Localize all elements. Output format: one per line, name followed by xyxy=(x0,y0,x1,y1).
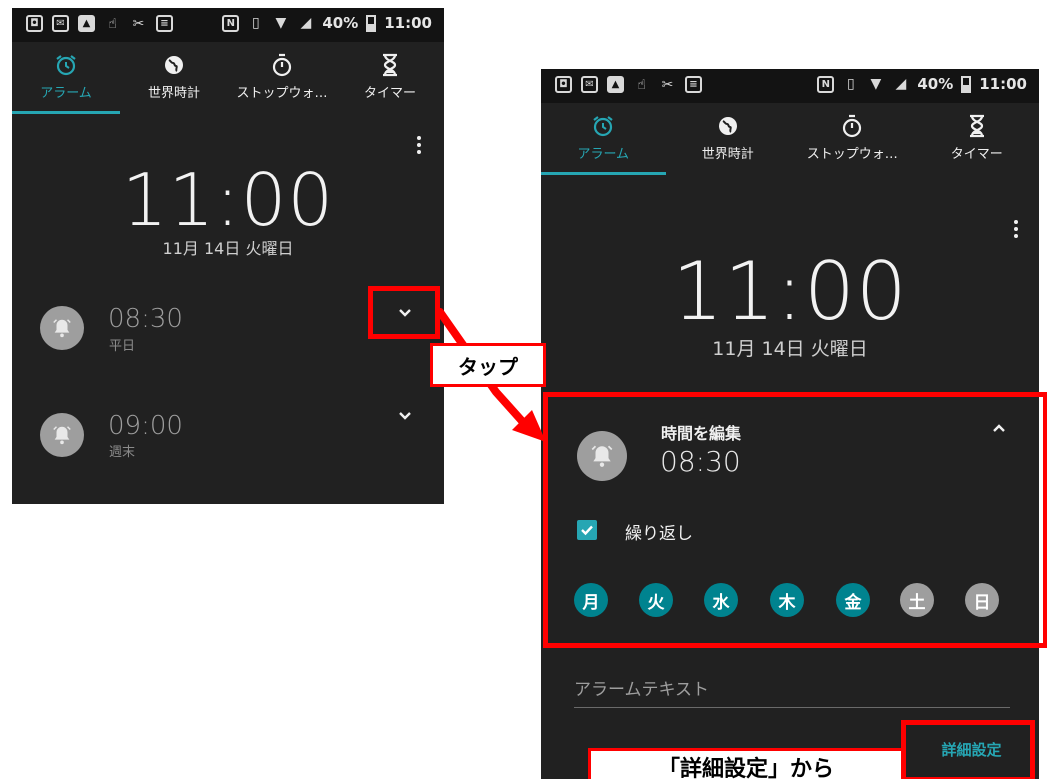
stopwatch-icon xyxy=(841,113,863,139)
day-toggle-sun[interactable]: 日 xyxy=(965,583,999,617)
tab-alarm[interactable]: アラーム xyxy=(12,42,120,114)
tab-label: 世界時計 xyxy=(147,86,200,101)
advanced-settings-button[interactable]: 詳細設定 xyxy=(909,724,1034,774)
alarm-text-underline xyxy=(574,707,1010,708)
alarm-label: 週末 xyxy=(109,445,136,460)
alarm-bell-icon[interactable] xyxy=(40,306,84,350)
current-time: 11:00 xyxy=(121,158,335,242)
nfc-icon: N xyxy=(817,75,835,93)
tab-timer[interactable]: タイマー xyxy=(336,42,444,114)
day-toggle-wed[interactable]: 水 xyxy=(704,583,738,617)
advanced-callout: 「詳細設定」から xyxy=(588,748,904,779)
alarm-clock-icon xyxy=(54,52,78,78)
alarm-text-field[interactable]: アラームテキスト xyxy=(574,675,709,700)
mail-icon: ✉ xyxy=(581,76,598,93)
hourglass-icon xyxy=(968,113,986,139)
globe-icon xyxy=(717,113,739,139)
wifi-icon: ▼ xyxy=(870,76,882,92)
tab-world-clock[interactable]: 世界時計 xyxy=(666,103,791,175)
tab-label: タイマー xyxy=(950,147,1003,162)
vibrate-icon: ▯ xyxy=(846,76,855,92)
chevron-up-icon[interactable] xyxy=(989,421,1009,435)
touch-icon: ☝ xyxy=(637,76,646,93)
tab-label: ストップウォ… xyxy=(236,86,328,101)
alarm-bell-icon[interactable] xyxy=(577,431,627,481)
overflow-menu-icon[interactable] xyxy=(416,136,422,154)
tab-bar: アラーム 世界時計 ストップウォ… タイマー xyxy=(541,103,1039,175)
chevron-down-icon[interactable] xyxy=(395,306,415,320)
day-toggle-tue[interactable]: 火 xyxy=(639,583,673,617)
day-toggle-thu[interactable]: 木 xyxy=(770,583,804,617)
mail-icon: ✉ xyxy=(52,15,69,32)
day-toggle-sat[interactable]: 土 xyxy=(900,583,934,617)
phone-screen-collapsed: ◘ ✉ ▲ ☝ ✂ ≡ N ▯ ▼ ◢ 40% 11:00 アラーム 世界時計 … xyxy=(12,8,444,504)
tab-label: アラーム xyxy=(40,86,92,101)
day-toggle-fri[interactable]: 金 xyxy=(836,583,870,617)
battery-icon xyxy=(366,14,377,32)
tab-label: アラーム xyxy=(577,147,630,162)
alarm-label: 平日 xyxy=(109,339,136,354)
globe-icon xyxy=(163,52,185,78)
image-icon: ▲ xyxy=(78,15,95,32)
alarm-time[interactable]: 08:30 xyxy=(660,445,741,478)
no-signal-icon: ◢ xyxy=(300,15,312,31)
stopwatch-icon xyxy=(271,52,293,78)
status-bar: ◘ ✉ ▲ ☝ ✂ ≡ N ▯ ▼ ◢ 40% 11:00 xyxy=(541,69,1039,103)
tab-timer[interactable]: タイマー xyxy=(915,103,1040,175)
current-date: 11月 14日 火曜日 xyxy=(712,338,868,360)
tab-world-clock[interactable]: 世界時計 xyxy=(120,42,228,114)
edit-time-label[interactable]: 時間を編集 xyxy=(661,420,741,444)
battery-percent: 40% xyxy=(917,75,954,93)
current-time: 11:00 xyxy=(672,245,908,338)
notification-icon: ◘ xyxy=(555,76,572,93)
battery-percent: 40% xyxy=(322,14,359,32)
day-toggle-mon[interactable]: 月 xyxy=(574,583,608,617)
status-bar: ◘ ✉ ▲ ☝ ✂ ≡ N ▯ ▼ ◢ 40% 11:00 xyxy=(12,8,444,42)
tap-callout: タップ xyxy=(430,343,546,387)
vibrate-icon: ▯ xyxy=(251,15,260,31)
tab-label: 世界時計 xyxy=(701,147,754,162)
current-date: 11月 14日 火曜日 xyxy=(162,239,294,258)
tab-stopwatch[interactable]: ストップウォ… xyxy=(790,103,915,175)
tab-label: ストップウォ… xyxy=(806,147,898,162)
image-icon: ▲ xyxy=(607,76,624,93)
tools-icon: ✂ xyxy=(661,76,674,93)
alarm-time[interactable]: 08:30 xyxy=(108,304,183,334)
tools-icon: ✂ xyxy=(132,15,145,32)
clipboard-icon: ≡ xyxy=(685,76,702,93)
nfc-icon: N xyxy=(222,14,240,32)
repeat-label[interactable]: 繰り返し xyxy=(625,519,693,544)
alarm-time[interactable]: 09:00 xyxy=(108,411,183,441)
battery-icon xyxy=(961,75,972,93)
clipboard-icon: ≡ xyxy=(156,15,173,32)
status-time: 11:00 xyxy=(384,14,432,32)
no-signal-icon: ◢ xyxy=(895,76,907,92)
notification-icon: ◘ xyxy=(26,15,43,32)
tab-bar: アラーム 世界時計 ストップウォ… タイマー xyxy=(12,42,444,114)
tab-stopwatch[interactable]: ストップウォ… xyxy=(228,42,336,114)
chevron-down-icon[interactable] xyxy=(395,409,415,423)
tab-label: タイマー xyxy=(363,86,416,101)
touch-icon: ☝ xyxy=(108,15,117,32)
phone-screen-expanded: ◘ ✉ ▲ ☝ ✂ ≡ N ▯ ▼ ◢ 40% 11:00 アラーム 世界時計 … xyxy=(541,69,1039,779)
tab-alarm[interactable]: アラーム xyxy=(541,103,666,175)
repeat-checkbox[interactable] xyxy=(577,520,597,540)
alarm-bell-icon[interactable] xyxy=(40,413,84,457)
wifi-icon: ▼ xyxy=(275,15,287,31)
status-time: 11:00 xyxy=(979,75,1027,93)
alarm-clock-icon xyxy=(591,113,615,139)
hourglass-icon xyxy=(381,52,399,78)
overflow-menu-icon[interactable] xyxy=(1013,220,1019,238)
